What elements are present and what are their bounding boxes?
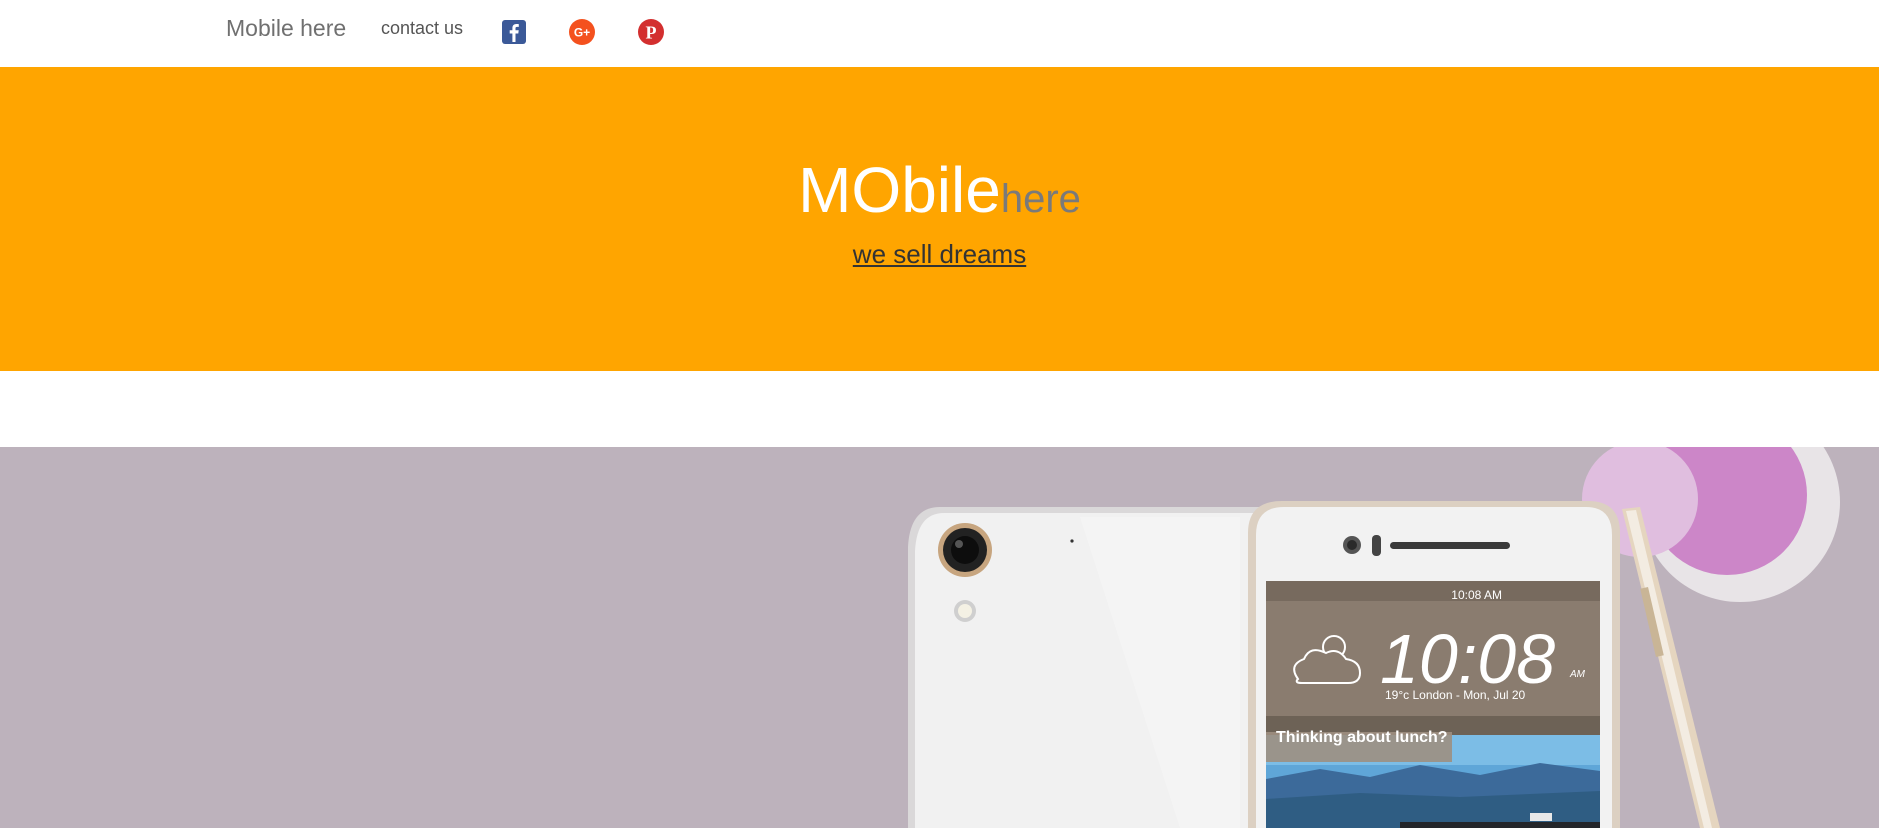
google-plus-icon[interactable]: G+	[568, 18, 596, 46]
weather-line: 19°c London - Mon, Jul 20	[1385, 688, 1526, 702]
tagline-link[interactable]: we sell dreams	[853, 239, 1026, 269]
facebook-icon[interactable]	[500, 18, 528, 46]
product-banner: 10:08 AM 10:08 AM 19°c London - Mon, Jul…	[0, 447, 1879, 828]
hero-title-sub: here	[1000, 177, 1081, 221]
top-navbar: Mobile here contact us G+ P	[0, 0, 1879, 67]
contact-us-link[interactable]: contact us	[381, 18, 463, 39]
svg-text:P: P	[646, 23, 657, 43]
card-title: Thinking about lunch?	[1276, 729, 1448, 746]
phone-front-view: 10:08 AM 10:08 AM 19°c London - Mon, Jul…	[1248, 501, 1620, 828]
phone-back-view	[908, 507, 1280, 828]
brand-link[interactable]: Mobile here	[226, 15, 346, 42]
hero-section: MObilehere we sell dreams	[0, 67, 1879, 371]
status-bar-time: 10:08 AM	[1451, 588, 1502, 602]
hero-tagline: we sell dreams	[0, 239, 1879, 270]
hero-title-main: MObile	[798, 154, 1001, 226]
phone-product-image: 10:08 AM 10:08 AM 19°c London - Mon, Jul…	[908, 447, 1840, 828]
hero-title: MObilehere	[0, 153, 1879, 227]
clock-suffix: AM	[1569, 669, 1586, 680]
svg-text:G+: G+	[574, 26, 590, 40]
clock-time: 10:08	[1380, 620, 1555, 698]
pinterest-icon[interactable]: P	[637, 18, 665, 46]
